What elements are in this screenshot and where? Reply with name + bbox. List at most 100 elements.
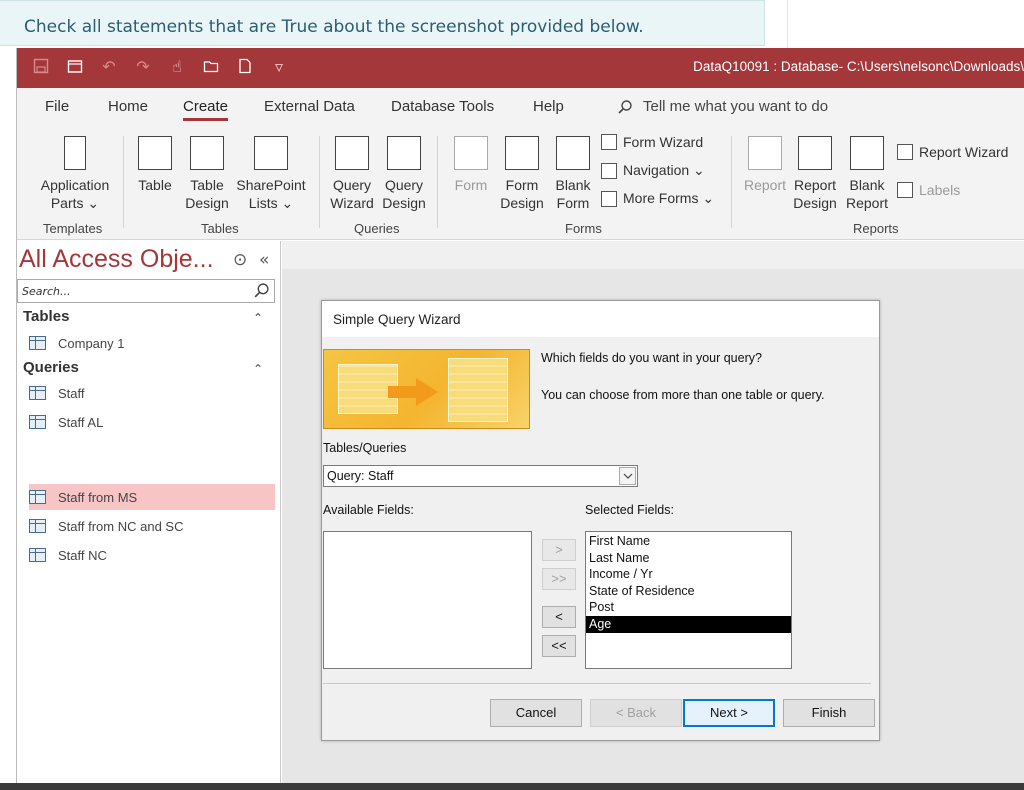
customize-toolbar-icon[interactable]: ▿ xyxy=(269,56,289,76)
navigation-pane: All Access Obje... ⊙ « Search... Tables … xyxy=(17,241,281,783)
section-queries[interactable]: Queries xyxy=(23,359,79,376)
navigation-button[interactable]: Navigation ⌄ xyxy=(601,162,705,179)
blank-form-label-2: Form xyxy=(556,195,590,211)
question-panel: Check all statements that are True about… xyxy=(0,0,765,46)
selected-field-first-name[interactable]: First Name xyxy=(586,533,791,550)
question-text: Check all statements that are True about… xyxy=(24,17,644,37)
query-design-button[interactable]: Query Design xyxy=(379,136,429,212)
search-icon[interactable] xyxy=(253,282,270,303)
more-forms-button[interactable]: More Forms ⌄ xyxy=(601,190,714,207)
report-button[interactable]: Report xyxy=(743,136,787,194)
labels-button[interactable]: Labels xyxy=(897,182,960,198)
redo-icon[interactable]: ↷ xyxy=(133,56,153,76)
query-design-label-1: Query xyxy=(384,177,424,193)
blank-form-button[interactable]: Blank Form xyxy=(551,136,595,212)
tab-help[interactable]: Help xyxy=(533,98,564,115)
form-wizard-icon xyxy=(601,134,617,150)
nav-item-label: Staff xyxy=(58,385,85,401)
nav-item-staff-nc[interactable]: Staff NC xyxy=(29,542,275,568)
tab-database-tools[interactable]: Database Tools xyxy=(391,98,494,115)
remove-field-button[interactable]: < xyxy=(542,606,576,628)
wizard-art-arrow-icon xyxy=(416,378,438,406)
collapse-tables-icon[interactable]: ⌃ xyxy=(253,311,263,325)
cancel-button[interactable]: Cancel xyxy=(490,699,582,727)
sharepoint-label-1: SharePoint xyxy=(236,177,306,193)
nav-item-label: Staff from MS xyxy=(58,489,138,505)
wizard-art-arrow-bar xyxy=(388,386,418,398)
table-design-label-2: Design xyxy=(185,195,229,211)
save-icon[interactable] xyxy=(31,56,51,76)
form-design-button[interactable]: Form Design xyxy=(499,136,545,212)
nav-search-placeholder: Search... xyxy=(22,285,71,298)
simple-query-wizard-dialog: Simple Query Wizard Which fields do you … xyxy=(321,300,880,741)
new-window-icon[interactable] xyxy=(65,56,85,76)
add-field-button[interactable]: > xyxy=(542,539,576,561)
nav-item-staff-from-nc-and-sc[interactable]: Staff from NC and SC xyxy=(29,513,275,539)
selected-field-post[interactable]: Post xyxy=(586,599,791,616)
section-tables[interactable]: Tables xyxy=(23,308,69,325)
tab-create[interactable]: Create xyxy=(183,98,229,121)
tables-queries-select[interactable]: Query: Staff xyxy=(323,465,638,487)
tab-external-data[interactable]: External Data xyxy=(264,98,355,115)
table-design-label-1: Table xyxy=(190,177,224,193)
finish-button[interactable]: Finish xyxy=(783,699,875,727)
nav-item-staff[interactable]: Staff xyxy=(29,380,275,406)
query-wizard-button[interactable]: Query Wizard xyxy=(327,136,377,212)
selected-field-last-name[interactable]: Last Name xyxy=(586,550,791,567)
remove-all-fields-button[interactable]: << xyxy=(542,635,576,657)
collapse-queries-icon[interactable]: ⌃ xyxy=(253,362,263,376)
nav-item-label: Staff AL xyxy=(58,414,104,430)
add-all-fields-button[interactable]: >> xyxy=(542,568,576,590)
form-design-label-2: Design xyxy=(500,195,544,211)
tab-file[interactable]: File xyxy=(45,98,69,115)
nav-pane-title[interactable]: All Access Obje... xyxy=(19,245,214,274)
nav-dropdown-icon[interactable]: ⊙ xyxy=(233,250,247,270)
report-design-button[interactable]: Report Design xyxy=(791,136,839,212)
form-wizard-button[interactable]: Form Wizard xyxy=(601,134,703,150)
nav-item-staff-from-ms[interactable]: Staff from MS xyxy=(29,484,275,510)
report-wizard-label: Report Wizard xyxy=(919,144,1009,160)
tables-queries-label: Tables/Queries xyxy=(323,441,407,455)
table-design-button[interactable]: Table Design xyxy=(185,136,229,212)
new-document-icon[interactable] xyxy=(235,56,255,76)
tab-home[interactable]: Home xyxy=(108,98,148,115)
form-wizard-label: Form Wizard xyxy=(623,134,704,150)
dialog-separator xyxy=(323,683,871,684)
undo-icon[interactable]: ↶ xyxy=(99,56,119,76)
nav-item-label: Company 1 xyxy=(58,335,125,351)
form-label: Form xyxy=(454,177,488,193)
report-wizard-icon xyxy=(897,144,913,160)
selected-field-age[interactable]: Age xyxy=(586,615,791,633)
nav-item-staff-al[interactable]: Staff AL xyxy=(29,409,275,435)
touch-mode-icon[interactable]: ☝ xyxy=(167,56,187,76)
form-button[interactable]: Form xyxy=(451,136,491,194)
collapse-pane-icon[interactable]: « xyxy=(259,250,269,270)
selected-field-income[interactable]: Income / Yr xyxy=(586,566,791,583)
report-wizard-button[interactable]: Report Wizard xyxy=(897,144,1008,160)
back-button[interactable]: < Back xyxy=(590,699,682,727)
side-panel xyxy=(787,0,1024,48)
selected-field-state[interactable]: State of Residence xyxy=(586,583,791,600)
tell-me-box[interactable]: Tell me what you want to do xyxy=(617,98,828,115)
open-folder-icon[interactable] xyxy=(201,56,221,76)
tables-queries-value: Query: Staff xyxy=(327,469,394,483)
table-button[interactable]: Table xyxy=(135,136,175,194)
labels-label: Labels xyxy=(919,182,961,198)
selected-fields-list[interactable]: First Name Last Name Income / Yr State o… xyxy=(585,531,792,669)
sharepoint-lists-button[interactable]: SharePoint Lists ⌄ xyxy=(233,136,309,212)
group-label-forms: Forms xyxy=(565,221,602,236)
tell-me-label: Tell me what you want to do xyxy=(643,98,829,115)
nav-search-input[interactable]: Search... xyxy=(17,279,275,303)
application-parts-icon xyxy=(64,136,86,170)
available-fields-list[interactable] xyxy=(323,531,532,669)
bottom-strip xyxy=(0,783,1024,790)
next-button[interactable]: Next > xyxy=(683,699,775,727)
query-object-icon xyxy=(29,386,46,400)
application-parts-label-1: Application xyxy=(40,177,110,193)
chevron-down-icon[interactable] xyxy=(619,467,636,485)
report-label: Report xyxy=(743,177,787,193)
wizard-question-hint: You can choose from more than one table … xyxy=(541,388,825,402)
application-parts-button[interactable]: Application Parts ⌄ xyxy=(37,136,113,212)
blank-report-button[interactable]: Blank Report xyxy=(843,136,891,212)
nav-item-company-1[interactable]: Company 1 xyxy=(29,330,275,356)
